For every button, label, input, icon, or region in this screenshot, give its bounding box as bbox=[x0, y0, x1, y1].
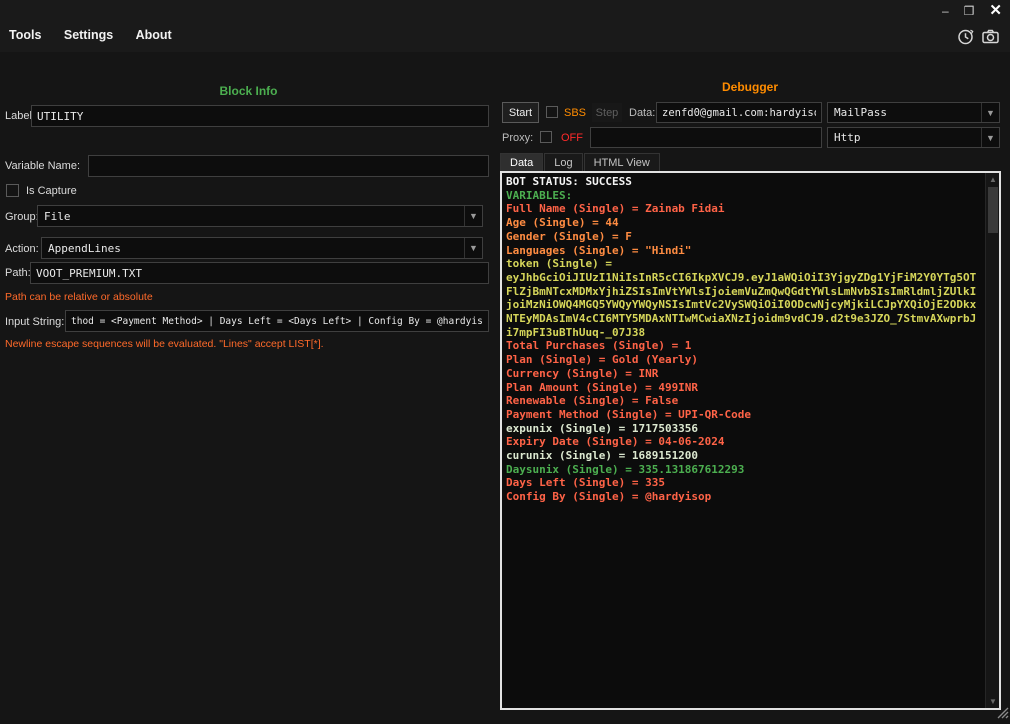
action-dropdown[interactable]: AppendLines ▼ bbox=[41, 237, 483, 259]
is-capture-label: Is Capture bbox=[26, 185, 77, 197]
menubar: Tools Settings About bbox=[0, 22, 1010, 52]
log-line: Full Name (Single) = Zainab Fidai bbox=[506, 202, 982, 216]
log-line: eyJhbGciOiJIUzI1NiIsInR5cCI6IkpXVCJ9.eyJ… bbox=[506, 271, 982, 340]
titlebar: – ❒ ✕ bbox=[0, 0, 1010, 22]
debugger-log-viewer: BOT STATUS: SUCCESSVARIABLES:Full Name (… bbox=[500, 171, 1001, 710]
step-button[interactable]: Step bbox=[592, 103, 622, 122]
debugger-title: Debugger bbox=[500, 80, 1000, 94]
path-input[interactable] bbox=[30, 262, 489, 284]
log-line: token (Single) = bbox=[506, 257, 982, 271]
chevron-down-icon: ▼ bbox=[464, 238, 482, 258]
log-line: Days Left (Single) = 335 bbox=[506, 476, 982, 490]
proxy-input[interactable] bbox=[590, 127, 822, 148]
log-line: Config By (Single) = @hardyisop bbox=[506, 490, 982, 504]
wordlist-type-dropdown[interactable]: MailPass ▼ bbox=[827, 102, 1000, 123]
variable-name-input[interactable] bbox=[88, 155, 489, 177]
start-button[interactable]: Start bbox=[502, 102, 539, 123]
group-dropdown[interactable]: File ▼ bbox=[37, 205, 483, 227]
proxy-label: Proxy: bbox=[502, 132, 533, 144]
chevron-down-icon: ▼ bbox=[464, 206, 482, 226]
data-label: Data: bbox=[629, 107, 655, 119]
log-line: Total Purchases (Single) = 1 bbox=[506, 339, 982, 353]
sbs-label: SBS bbox=[564, 107, 586, 119]
chevron-down-icon: ▼ bbox=[981, 128, 999, 147]
log-line: expunix (Single) = 1717503356 bbox=[506, 422, 982, 436]
menu-about[interactable]: About bbox=[127, 22, 181, 42]
log-line: Currency (Single) = INR bbox=[506, 367, 982, 381]
tab-log[interactable]: Log bbox=[544, 153, 582, 171]
block-info-title: Block Info bbox=[0, 84, 497, 98]
log-line: Expiry Date (Single) = 04-06-2024 bbox=[506, 435, 982, 449]
log-line: Payment Method (Single) = UPI-QR-Code bbox=[506, 408, 982, 422]
action-value: AppendLines bbox=[42, 242, 464, 255]
group-label: Group: bbox=[5, 211, 39, 223]
data-input[interactable] bbox=[656, 102, 822, 123]
minimize-icon[interactable]: – bbox=[942, 1, 949, 21]
wordlist-type-value: MailPass bbox=[828, 106, 981, 119]
log-line: Plan Amount (Single) = 499INR bbox=[506, 381, 982, 395]
input-string-label: Input String: bbox=[5, 316, 64, 328]
window-controls: – ❒ ✕ bbox=[942, 1, 1002, 21]
proxy-status: OFF bbox=[561, 132, 583, 144]
variable-name-label: Variable Name: bbox=[5, 160, 80, 172]
log-line: Renewable (Single) = False bbox=[506, 394, 982, 408]
action-label: Action: bbox=[5, 243, 39, 255]
log-line: Plan (Single) = Gold (Yearly) bbox=[506, 353, 982, 367]
proxy-checkbox[interactable] bbox=[540, 131, 552, 143]
log-line: VARIABLES: bbox=[506, 189, 982, 203]
log-line: BOT STATUS: SUCCESS bbox=[506, 175, 982, 189]
tab-data[interactable]: Data bbox=[500, 153, 543, 171]
scroll-up-icon[interactable]: ▲ bbox=[986, 173, 1000, 186]
sbs-checkbox[interactable] bbox=[546, 106, 558, 118]
menu-tools[interactable]: Tools bbox=[0, 22, 50, 42]
close-icon[interactable]: ✕ bbox=[989, 1, 1002, 21]
maximize-icon[interactable]: ❒ bbox=[964, 1, 975, 21]
is-capture-checkbox[interactable] bbox=[6, 184, 19, 197]
proxy-type-dropdown[interactable]: Http ▼ bbox=[827, 127, 1000, 148]
chevron-down-icon: ▼ bbox=[981, 103, 999, 122]
input-string-input[interactable] bbox=[65, 310, 489, 332]
log-line: Daysunix (Single) = 335.131867612293 bbox=[506, 463, 982, 477]
log-line: Age (Single) = 44 bbox=[506, 216, 982, 230]
scrollbar-thumb[interactable] bbox=[988, 187, 998, 233]
path-label: Path: bbox=[5, 267, 31, 279]
log-line: Gender (Single) = F bbox=[506, 230, 982, 244]
log-line: curunix (Single) = 1689151200 bbox=[506, 449, 982, 463]
group-value: File bbox=[38, 210, 464, 223]
tab-html-view[interactable]: HTML View bbox=[584, 153, 660, 171]
debugger-tabs: Data Log HTML View bbox=[500, 151, 661, 171]
log-line: Languages (Single) = "Hindi" bbox=[506, 244, 982, 258]
input-string-hint: Newline escape sequences will be evaluat… bbox=[5, 338, 324, 350]
camera-icon[interactable] bbox=[981, 27, 1000, 46]
proxy-type-value: Http bbox=[828, 131, 981, 144]
path-hint: Path can be relative or absolute bbox=[5, 291, 153, 303]
toolbar-icons bbox=[956, 27, 1000, 46]
label-input[interactable] bbox=[31, 105, 489, 127]
menu-settings[interactable]: Settings bbox=[55, 22, 122, 42]
history-clock-icon[interactable] bbox=[956, 27, 975, 46]
resize-grip[interactable] bbox=[996, 706, 1009, 719]
log-lines: BOT STATUS: SUCCESSVARIABLES:Full Name (… bbox=[506, 175, 982, 706]
log-scrollbar[interactable]: ▲ ▼ bbox=[985, 173, 999, 708]
